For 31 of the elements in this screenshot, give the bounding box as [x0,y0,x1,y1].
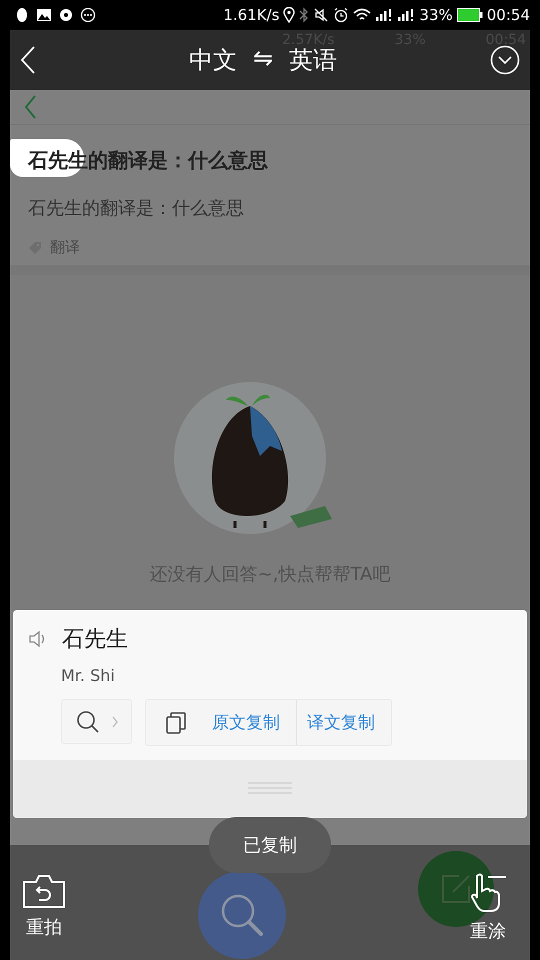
more-icon [80,7,96,23]
wifi-icon [353,8,372,22]
source-language[interactable]: 中文 [188,44,237,76]
image-icon [36,8,52,22]
repaint-label[interactable]: 重涂 [470,919,506,943]
drag-handle-icon[interactable] [248,782,292,794]
battery-icon [456,8,483,22]
signal-icon [375,8,394,22]
location-icon [283,7,296,23]
swap-symbol[interactable]: ⇋ [252,44,274,76]
dropdown-icon[interactable] [490,45,520,75]
search-button[interactable] [61,699,132,744]
network-speed: 1.61K/s [223,6,280,24]
retake-label[interactable]: 重拍 [26,915,62,939]
target-language[interactable]: 英语 [289,44,338,76]
question-text: 石先生的翻译是：什么意思 [28,197,245,220]
hand-pointer-icon [468,873,508,913]
translation-text: Mr. Shi [61,666,116,685]
source-text: 石先生 [62,626,128,654]
battery-percent: 33% [419,6,453,24]
copy-icon [166,712,186,734]
mute-icon [313,7,330,23]
toast: 已复制 [209,817,331,873]
alarm-icon [333,7,350,23]
bluetooth-icon [299,7,310,23]
signal-icon [397,8,416,22]
search-icon [76,710,100,734]
clock: 00:54 [486,6,530,24]
chevron-icon [112,716,118,728]
camera-icon[interactable] [22,873,66,909]
edit-icon [441,874,471,904]
